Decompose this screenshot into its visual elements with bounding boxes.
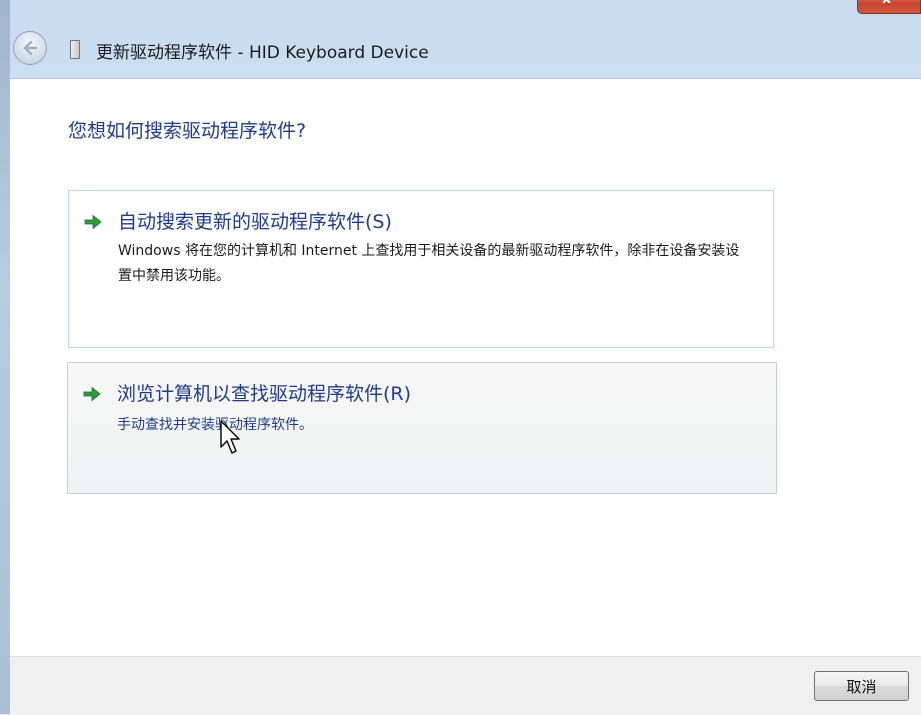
option-browse-computer-title: 浏览计算机以查找驱动程序软件(R) [117, 383, 412, 405]
wizard-footer: 取消 [10, 656, 921, 715]
close-icon: x [882, 0, 891, 7]
close-button[interactable]: x [857, 0, 921, 14]
back-button[interactable] [13, 31, 47, 65]
green-arrow-icon [83, 386, 101, 402]
page-heading: 您想如何搜索驱动程序软件? [68, 120, 307, 142]
keyboard-device-icon [70, 40, 80, 59]
wizard-content: 您想如何搜索驱动程序软件? 自动搜索更新的驱动程序软件(S) Windows 将… [10, 78, 921, 656]
mouse-pointer-icon [220, 420, 240, 454]
cancel-button[interactable]: 取消 [814, 671, 909, 701]
option-auto-search-title: 自动搜索更新的驱动程序软件(S) [118, 211, 392, 233]
option-browse-computer[interactable]: 浏览计算机以查找驱动程序软件(R) 手动查找并安装驱动程序软件。 [67, 362, 777, 494]
option-browse-computer-description: 手动查找并安装驱动程序软件。 [117, 417, 313, 433]
option-auto-search[interactable]: 自动搜索更新的驱动程序软件(S) Windows 将在您的计算机和 Intern… [68, 190, 774, 348]
window-frame: x 更新驱动程序软件 - HID Keyboard Device 您想如何搜索驱… [0, 0, 921, 715]
window-title: 更新驱动程序软件 - HID Keyboard Device [96, 43, 429, 63]
option-auto-search-description: Windows 将在您的计算机和 Internet 上查找用于相关设备的最新驱动… [118, 243, 740, 284]
back-arrow-icon [23, 40, 38, 56]
green-arrow-icon [84, 214, 102, 230]
title-bar: 更新驱动程序软件 - HID Keyboard Device [10, 20, 909, 78]
